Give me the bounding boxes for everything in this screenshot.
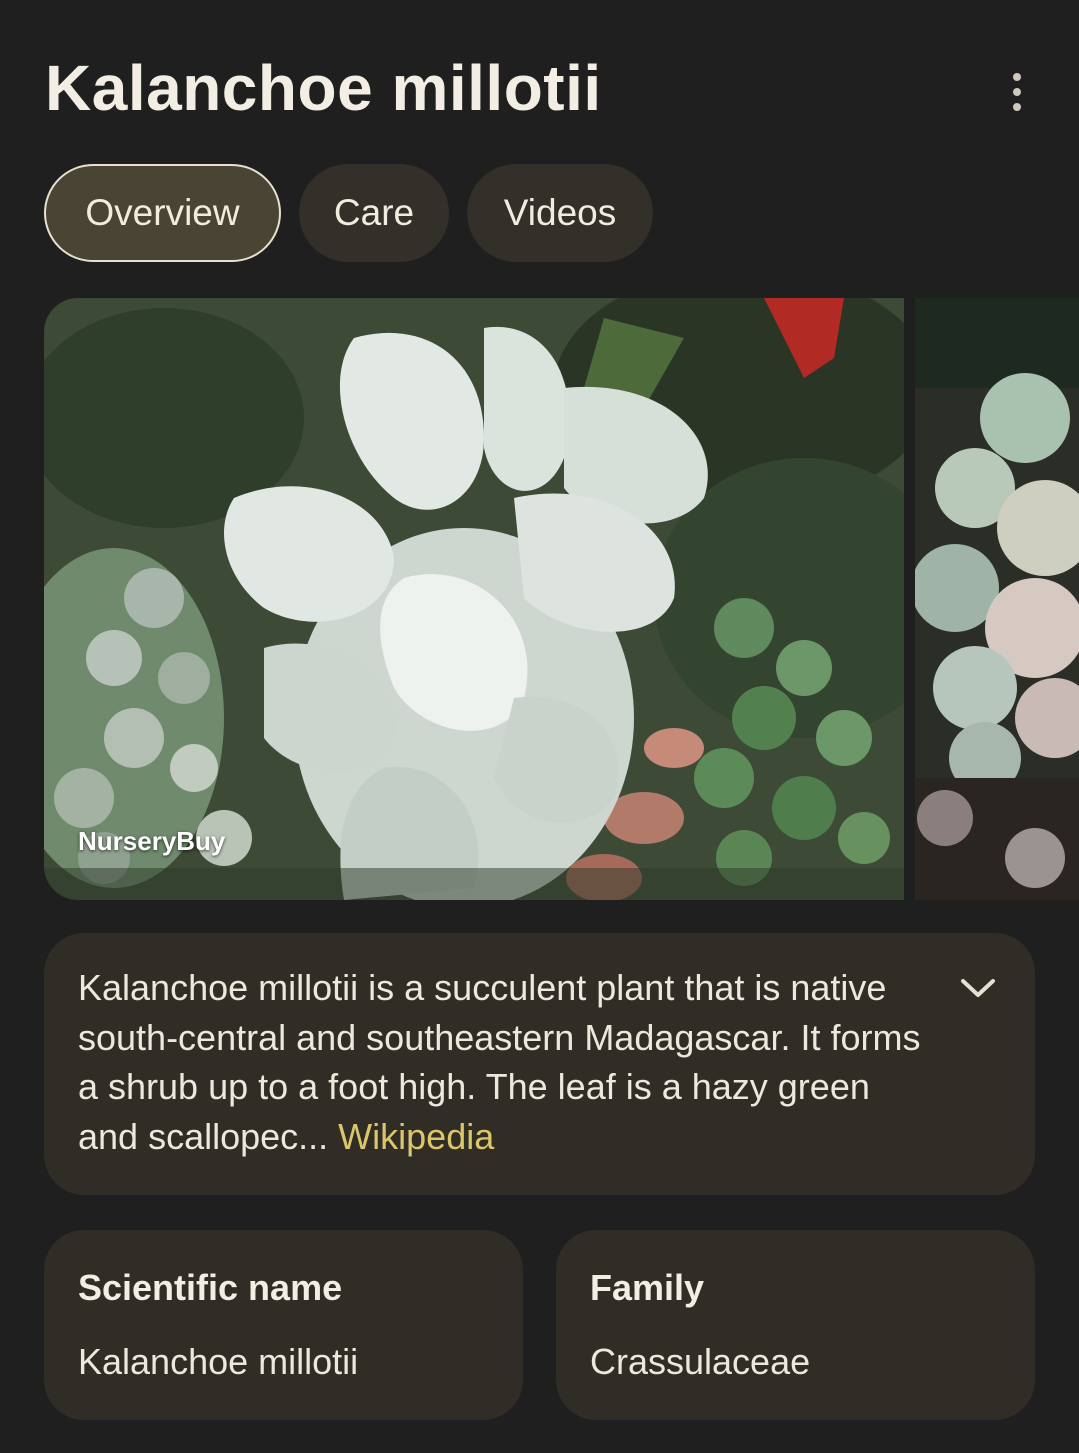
plant-photo-secondary[interactable] (915, 298, 1079, 900)
tab-videos[interactable]: Videos (467, 164, 653, 262)
plant-photo-secondary-image (915, 298, 1079, 900)
tab-care[interactable]: Care (299, 164, 449, 262)
page-title: Kalanchoe millotii (45, 52, 602, 124)
image-gallery[interactable]: NurseryBuy (44, 298, 1079, 900)
description-card[interactable]: Kalanchoe millotii is a succulent plant … (44, 933, 1035, 1195)
fact-value: Kalanchoe millotii (78, 1341, 359, 1382)
chevron-down-icon (961, 979, 995, 997)
fact-card-scientific-name[interactable]: Scientific name Kalanchoe millotii (44, 1230, 523, 1420)
image-source-label: NurseryBuy (78, 826, 226, 856)
tab-bar: Overview Care Videos (44, 164, 653, 262)
tab-overview[interactable]: Overview (44, 164, 281, 262)
fact-label: Scientific name (78, 1267, 343, 1308)
expand-description-button[interactable] (959, 973, 997, 1003)
description-text: Kalanchoe millotii is a succulent plant … (78, 963, 935, 1161)
fact-value: Crassulaceae (590, 1341, 811, 1382)
plant-photo-image (44, 298, 904, 900)
more-options-button[interactable] (996, 68, 1038, 116)
wikipedia-link[interactable]: Wikipedia (338, 1116, 494, 1157)
fact-label: Family (590, 1267, 705, 1308)
description-body: Kalanchoe millotii is a succulent plant … (78, 967, 921, 1157)
fact-card-family[interactable]: Family Crassulaceae (556, 1230, 1035, 1420)
plant-photo-main[interactable]: NurseryBuy (44, 298, 904, 900)
more-vert-icon (1013, 73, 1021, 81)
